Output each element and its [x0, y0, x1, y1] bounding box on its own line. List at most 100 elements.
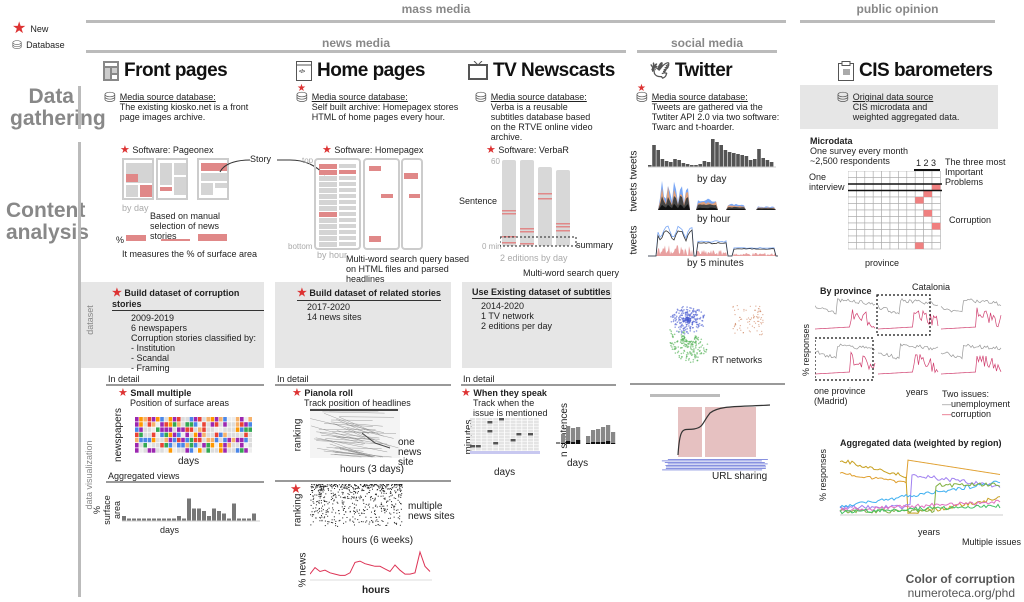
dot	[349, 520, 351, 522]
node	[759, 305, 761, 308]
bar	[591, 430, 596, 444]
dot	[376, 506, 378, 508]
grid-cell	[881, 171, 891, 178]
bar	[571, 442, 576, 444]
unemployment-line	[815, 343, 876, 359]
surface-cell	[135, 443, 139, 448]
dot	[374, 484, 376, 486]
minute-cell	[493, 448, 499, 451]
grid-cell	[898, 216, 908, 224]
dot	[393, 507, 395, 509]
grid-cell	[881, 183, 891, 191]
node	[758, 320, 760, 323]
sentence-mark	[520, 231, 534, 233]
surface-cell	[135, 432, 139, 438]
node	[696, 359, 698, 362]
dot	[396, 484, 398, 485]
dot	[327, 515, 329, 517]
homepagex-diagram	[314, 158, 423, 250]
dot	[353, 488, 355, 490]
dot	[374, 497, 376, 499]
dot	[362, 486, 364, 488]
dot	[388, 488, 390, 490]
minute-cell	[499, 421, 504, 424]
grid-cell	[872, 229, 882, 237]
url-strip	[667, 459, 768, 460]
dot	[380, 507, 382, 509]
grid-cell	[864, 235, 874, 243]
dot	[355, 499, 357, 501]
headline-block	[369, 236, 381, 242]
surface-cell	[227, 437, 231, 443]
grid-cell	[889, 216, 899, 224]
surface-cell	[231, 437, 236, 443]
node	[681, 325, 683, 327]
surface-cell	[156, 427, 160, 432]
grid-cell	[923, 222, 933, 230]
dot	[338, 510, 340, 512]
dot	[318, 489, 320, 491]
dot	[322, 509, 324, 511]
dot	[347, 497, 349, 499]
dot	[344, 505, 346, 507]
grid-cell	[906, 229, 916, 237]
node	[693, 314, 695, 316]
dot	[356, 485, 358, 487]
node	[682, 352, 685, 354]
dot	[334, 488, 336, 490]
agg-xlabel: days	[160, 525, 180, 535]
surface-cell	[214, 443, 219, 448]
surface-cell	[164, 417, 168, 422]
dot	[336, 501, 338, 503]
grid-cell	[881, 242, 891, 250]
dot	[372, 522, 374, 524]
grid-cell	[856, 235, 866, 243]
footer-url[interactable]: numeroteca.org/phd	[905, 586, 1015, 600]
grid-cell	[906, 235, 916, 243]
node	[743, 308, 745, 311]
dot	[393, 486, 395, 488]
dot	[384, 498, 386, 500]
surface-cell	[248, 427, 252, 432]
node	[690, 345, 692, 348]
dot	[311, 515, 313, 517]
grid-cell	[898, 190, 908, 198]
node	[693, 349, 695, 352]
node	[687, 319, 690, 321]
dot	[375, 524, 377, 526]
grid-cell	[864, 196, 874, 204]
dot	[323, 489, 325, 491]
url-strip	[666, 466, 767, 468]
node	[689, 330, 692, 332]
agg-ylabel: % surface area	[92, 495, 122, 525]
surface-cell	[210, 422, 215, 427]
node	[692, 345, 694, 348]
surface-cell	[248, 432, 252, 438]
dot	[396, 512, 398, 514]
tweets-ylabel: tweets	[628, 182, 640, 212]
detail-line: 1 TV network	[481, 311, 534, 321]
tweets-by-hour-chart	[648, 180, 778, 210]
surface-cell	[177, 427, 181, 432]
surface-cell	[156, 417, 160, 422]
surface-cell	[198, 432, 202, 438]
dot	[393, 497, 395, 499]
minute-cell	[510, 430, 516, 433]
minute-cell	[516, 439, 522, 442]
dot	[389, 499, 391, 501]
surface-cell	[139, 448, 143, 453]
dot	[385, 484, 387, 486]
surface-cell	[172, 427, 177, 432]
pct-label: %	[116, 235, 125, 245]
dot	[324, 485, 326, 487]
minute-cell	[487, 436, 493, 439]
dot	[318, 484, 320, 486]
url-strip	[664, 462, 765, 463]
dot	[347, 496, 349, 498]
minute-cell	[528, 448, 533, 451]
node	[674, 326, 676, 328]
dot	[372, 488, 374, 490]
surface-cell	[223, 422, 227, 427]
headline-block	[339, 242, 356, 246]
dot	[387, 488, 389, 490]
